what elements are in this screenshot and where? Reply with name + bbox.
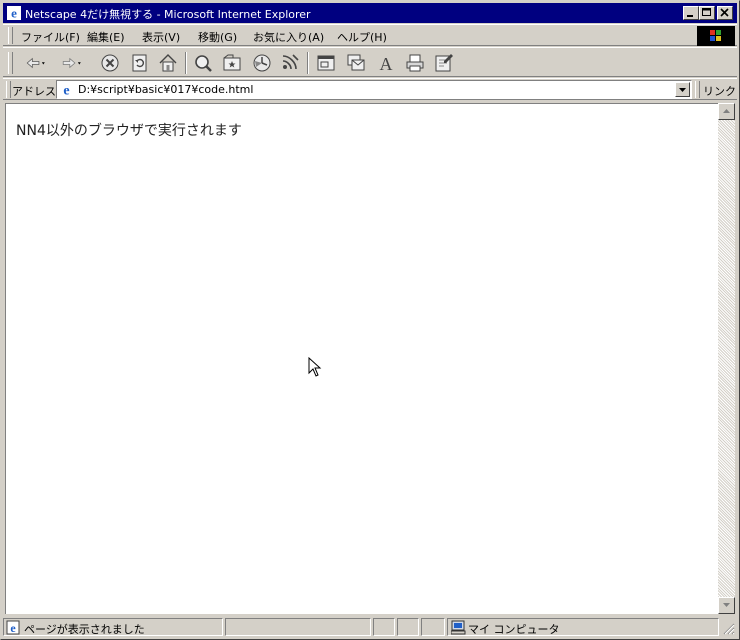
page-status-icon: e	[6, 620, 20, 635]
computer-icon	[451, 620, 466, 635]
channels-icon[interactable]	[279, 52, 301, 74]
font-icon[interactable]: A	[375, 52, 397, 74]
status-panel-empty	[373, 618, 395, 636]
window-title: Netscape 4だけ無視する - Microsoft Internet Ex…	[25, 8, 311, 21]
status-bar: e ページが表示されました マイ コンピュータ	[3, 617, 737, 637]
svg-text:e: e	[10, 621, 16, 635]
links-button[interactable]: リンク	[703, 83, 736, 99]
address-grip[interactable]	[6, 81, 11, 98]
status-panel: e ページが表示されました	[3, 618, 223, 636]
address-label: アドレス	[12, 85, 56, 98]
close-button[interactable]	[717, 6, 733, 20]
address-bar: アドレス e D:¥script¥basic¥017¥code.html リンク	[3, 78, 737, 100]
forward-icon[interactable]	[61, 52, 83, 74]
toolbar-separator	[307, 52, 309, 74]
status-text: ページが表示されました	[24, 623, 145, 636]
chevron-down-icon	[679, 88, 686, 92]
menu-bar: ファイル(F) 編集(E) 表示(V) 移動(G) お気に入り(A) ヘルプ(H…	[3, 24, 737, 46]
arrow-up-icon	[723, 109, 730, 113]
close-icon	[720, 8, 729, 17]
svg-text:e: e	[63, 84, 69, 98]
maximize-icon	[702, 8, 711, 16]
page-content: NN4以外のブラウザで実行されます	[5, 103, 718, 614]
status-panel-empty	[397, 618, 419, 636]
zone-text: マイ コンピュータ	[468, 623, 560, 636]
zone-panel: マイ コンピュータ	[447, 618, 719, 636]
svg-text:e: e	[11, 6, 17, 21]
search-icon[interactable]	[192, 52, 214, 74]
menu-favorites[interactable]: お気に入り(A)	[253, 29, 324, 45]
print-icon[interactable]	[404, 52, 426, 74]
maximize-button[interactable]	[699, 6, 715, 20]
scroll-down-button[interactable]	[718, 597, 735, 614]
menu-view[interactable]: 表示(V)	[142, 29, 180, 45]
toolbar-grip[interactable]	[8, 52, 13, 74]
standard-toolbar: A	[3, 47, 737, 77]
minimize-icon	[687, 15, 693, 17]
stop-icon[interactable]	[99, 52, 121, 74]
page-ie-icon: e	[63, 84, 69, 98]
menu-grip[interactable]	[8, 27, 13, 44]
minimize-button[interactable]	[683, 6, 699, 20]
menu-help[interactable]: ヘルプ(H)	[337, 29, 387, 45]
vertical-scrollbar[interactable]	[718, 103, 735, 614]
page-message: NN4以外のブラウザで実行されます	[16, 123, 242, 139]
windows-logo-icon	[697, 26, 735, 46]
menu-edit[interactable]: 編集(E)	[87, 29, 125, 45]
menu-file[interactable]: ファイル(F)	[21, 29, 80, 45]
title-bar[interactable]: e Netscape 4だけ無視する - Microsoft Internet …	[3, 3, 737, 23]
status-panel-empty	[421, 618, 445, 636]
arrow-down-icon	[723, 603, 730, 607]
scroll-up-button[interactable]	[718, 103, 735, 120]
toolbar-separator	[185, 52, 187, 74]
refresh-icon[interactable]	[129, 52, 151, 74]
back-icon[interactable]	[25, 52, 47, 74]
menu-go[interactable]: 移動(G)	[198, 29, 237, 45]
status-progress-panel	[225, 618, 371, 636]
svg-text:A: A	[380, 54, 393, 74]
address-input[interactable]: e D:¥script¥basic¥017¥code.html	[56, 80, 692, 99]
edit-icon[interactable]	[433, 52, 455, 74]
favorites-icon[interactable]	[221, 52, 243, 74]
home-icon[interactable]	[157, 52, 179, 74]
links-grip[interactable]	[695, 81, 700, 98]
mouse-cursor-icon	[308, 357, 322, 377]
address-value: D:¥script¥basic¥017¥code.html	[78, 83, 254, 96]
resize-grip-icon[interactable]	[723, 623, 735, 635]
mail-icon[interactable]	[345, 52, 367, 74]
fullscreen-icon[interactable]	[315, 52, 337, 74]
ie-logo-icon: e	[7, 6, 21, 21]
address-dropdown-button[interactable]	[675, 82, 690, 97]
history-icon[interactable]	[251, 52, 273, 74]
